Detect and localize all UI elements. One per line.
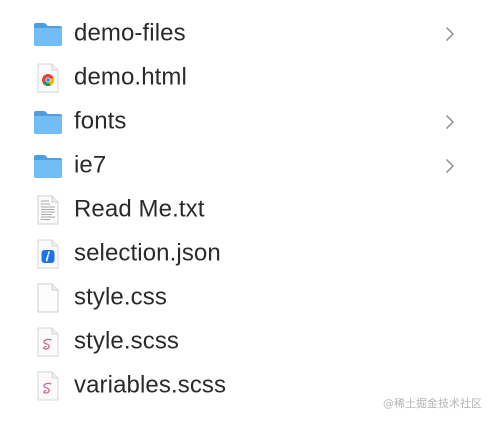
chrome-document-icon — [33, 63, 63, 93]
file-name: variables.scss — [74, 371, 227, 399]
file-row-ie7[interactable]: ie7 — [0, 144, 492, 188]
chevron-right-icon[interactable] — [443, 25, 457, 43]
chevron-right-icon[interactable] — [443, 113, 457, 131]
file-row-style-css[interactable]: style.css — [0, 276, 492, 320]
file-row-demo-html[interactable]: demo.html — [0, 56, 492, 100]
text-document-icon — [33, 195, 63, 225]
file-name: Read Me.txt — [74, 195, 205, 223]
file-row-style-scss[interactable]: style.scss — [0, 320, 492, 364]
watermark: @稀土掘金技术社区 — [383, 397, 482, 410]
file-name: style.scss — [74, 327, 180, 355]
file-name: demo-files — [74, 19, 186, 47]
file-name: selection.json — [74, 239, 221, 267]
chevron-right-icon[interactable] — [443, 157, 457, 175]
json-document-icon — [33, 239, 63, 269]
file-name: ie7 — [74, 151, 107, 179]
file-name: style.css — [74, 283, 167, 311]
file-row-selection-json[interactable]: selection.json — [0, 232, 492, 276]
blank-document-icon — [33, 283, 63, 313]
sass-document-icon — [33, 327, 63, 357]
sass-document-icon — [33, 371, 63, 401]
file-name: demo.html — [74, 63, 187, 91]
folder-icon — [33, 19, 63, 49]
file-row-read-me-txt[interactable]: Read Me.txt — [0, 188, 492, 232]
file-row-demo-files[interactable]: demo-files — [0, 12, 492, 56]
file-row-fonts[interactable]: fonts — [0, 100, 492, 144]
folder-icon — [33, 107, 63, 137]
file-list: demo-files demo.html fonts ie7 Read Me.t… — [0, 12, 492, 408]
folder-icon — [33, 151, 63, 181]
file-name: fonts — [74, 107, 127, 135]
